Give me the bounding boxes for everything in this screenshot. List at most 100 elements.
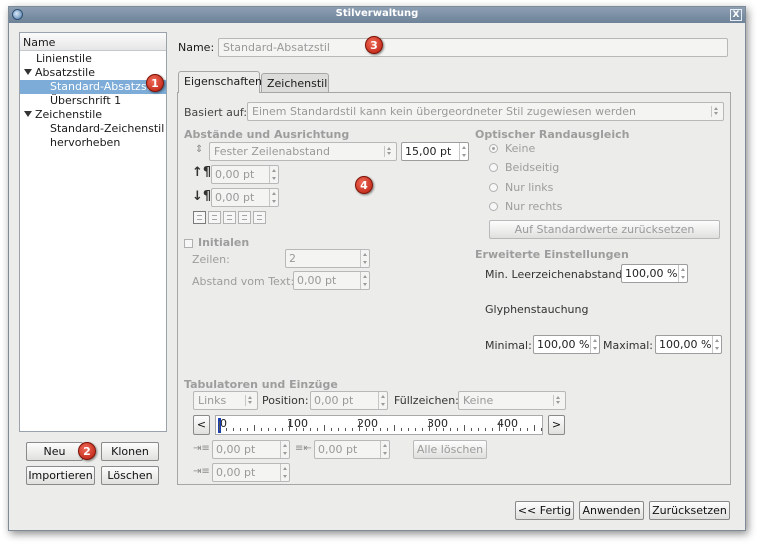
optical-margin-heading: Optischer Randausgleich [475,128,630,141]
expand-arrow-icon[interactable] [24,111,32,117]
first-line-indent-spinner[interactable]: 0,00 pt [212,440,290,459]
distance-label: Abstand vom Text: [192,275,295,288]
space-above-spinner[interactable]: 0,00 pt [211,165,279,184]
first-line-indent-icon: ⇥≡ [193,443,210,454]
radio-none[interactable] [489,144,498,153]
align-center-icon[interactable] [223,211,236,224]
ruler-tick [345,428,346,431]
radio-right-only[interactable] [489,202,498,211]
annotation-marker: 1 [146,74,164,92]
tab-properties[interactable]: Eigenschaften [178,71,262,93]
advanced-heading: Erweiterte Einstellungen [475,248,629,261]
spinner-arrows-icon[interactable] [360,272,369,289]
delete-button[interactable]: Löschen [101,466,159,485]
close-icon[interactable]: X [730,9,742,21]
title-bar[interactable]: Stilverwaltung X [9,7,745,23]
align-force-justify-icon[interactable] [253,211,266,224]
tree-item-heading-1[interactable]: Überschrift 1 [20,94,166,108]
spinner-arrows-icon[interactable] [280,441,289,458]
ruler-tick [513,428,514,431]
expand-arrow-icon[interactable] [24,69,32,75]
spinner-arrows-icon[interactable] [269,166,278,183]
combo-arrow-icon [553,395,563,406]
space-below-value: 0,00 pt [215,191,255,204]
radio-right-only-label: Nur rechts [505,200,563,213]
line-spacing-value-spinner[interactable]: 15,00 pt [401,142,469,161]
delete-all-button[interactable]: Alle löschen [413,440,487,459]
spinner-arrows-icon[interactable] [360,250,369,267]
spinner-arrows-icon[interactable] [590,336,599,353]
align-right-icon[interactable] [208,211,221,224]
name-label: Name: [178,41,215,54]
min-space-spinner[interactable]: 100,00 % [621,264,688,283]
left-indent-spinner[interactable]: 0,00 pt [212,463,290,482]
minimal-spinner[interactable]: 100,00 % [533,335,600,354]
tab-character-style[interactable]: Zeichenstil [261,73,329,93]
ruler-label: 300 [427,417,448,430]
spinner-arrows-icon[interactable] [459,143,468,160]
distance-spinner[interactable]: 0,00 pt [293,271,370,290]
tree-item-emphasis[interactable]: hervorheben [20,136,166,150]
ruler-tick [268,428,269,431]
line-spacing-mode-combo[interactable]: Fester Zeilenabstand [209,142,397,161]
space-below-spinner[interactable]: 0,00 pt [211,188,279,207]
lines-value: 2 [289,252,296,265]
radio-both-sides[interactable] [489,163,498,172]
reset-button[interactable]: Zurücksetzen [649,501,730,520]
tree-item-label: Absatzstile [35,66,95,79]
min-space-value: 100,00 % [625,267,678,280]
ruler-tick [373,428,374,431]
align-left-icon[interactable] [193,211,206,224]
ruler-tick [471,428,472,431]
radio-left-only[interactable] [489,183,498,192]
tab-ruler[interactable]: 0 100 200 300 400 [215,415,543,435]
spinner-arrows-icon[interactable] [678,265,687,282]
tab-alignment-combo[interactable]: Links [193,391,258,410]
maximal-spinner[interactable]: 100,00 % [655,335,722,354]
tree-header-name[interactable]: Name [20,33,166,51]
combo-arrow-icon [245,395,255,406]
ruler-tick [394,425,395,431]
style-manager-window: Stilverwaltung X Name Linienstile Absatz… [8,6,746,531]
first-line-indent-value: 0,00 pt [216,443,256,456]
reset-defaults-button[interactable]: Auf Standardwerte zurücksetzen [489,220,720,239]
tree-item-label: Zeichenstile [35,108,103,121]
fill-char-combo[interactable]: Keine [458,391,566,410]
initials-heading: Initialen [198,236,250,249]
lines-spinner[interactable]: 2 [285,249,370,268]
new-button[interactable]: Neu [26,442,83,461]
ruler-tick [436,428,437,431]
spinner-arrows-icon[interactable] [380,441,389,458]
ruler-tick [534,425,535,431]
glyph-compression-label: Glyphenstauchung [485,303,589,316]
spinner-arrows-icon[interactable] [280,464,289,481]
done-button[interactable]: << Fertig [515,501,574,520]
ruler-scroll-left-button[interactable]: < [193,415,210,435]
align-justify-icon[interactable] [238,211,251,224]
tree-item-standard-paragraph[interactable]: Standard-Absatzstil [20,80,166,94]
line-spacing-icon: ⇕ [195,144,204,155]
import-button[interactable]: Importieren [26,466,95,485]
based-on-combo[interactable]: Einem Standardstil kann kein übergeordne… [247,102,724,121]
ruler-scroll-right-button[interactable]: > [548,415,565,435]
tree-item-paragraph-styles[interactable]: Absatzstile [20,66,166,80]
right-indent-spinner[interactable]: 0,00 pt [314,440,390,459]
annotation-marker: 4 [355,176,373,194]
position-spinner[interactable]: 0,00 pt [310,391,388,410]
ruler-tick [254,425,255,431]
spinner-arrows-icon[interactable] [269,189,278,206]
spinner-arrows-icon[interactable] [712,336,721,353]
ruler-tick [233,428,234,431]
spinner-arrows-icon[interactable] [378,392,387,409]
ruler-tick [359,421,360,431]
minimal-label: Minimal: [485,339,532,352]
style-tree[interactable]: Name Linienstile Absatzstile Standard-Ab… [19,32,167,432]
apply-button[interactable]: Anwenden [579,501,644,520]
initials-checkbox[interactable] [184,239,193,248]
tree-item-standard-character[interactable]: Standard-Zeichenstil [20,122,166,136]
tree-item-line-styles[interactable]: Linienstile [20,52,166,66]
name-field[interactable]: Standard-Absatzstil [218,38,728,57]
combo-arrow-icon [384,146,394,157]
clone-button[interactable]: Klonen [101,442,159,461]
tree-item-character-styles[interactable]: Zeichenstile [20,108,166,122]
